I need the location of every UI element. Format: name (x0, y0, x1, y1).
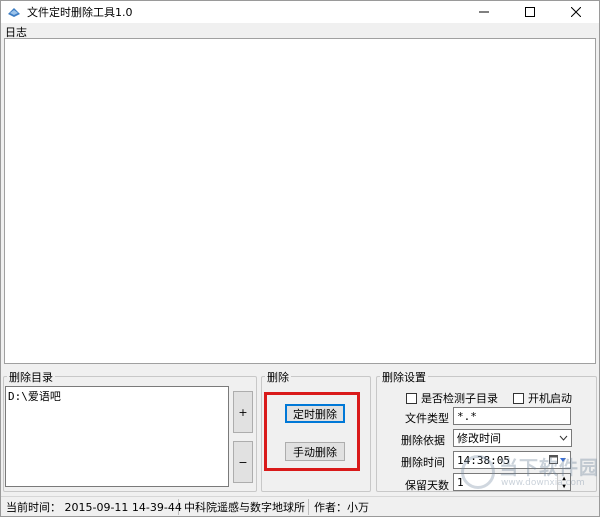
close-icon (571, 7, 581, 17)
window-controls (461, 1, 599, 23)
check-subdirs-label: 是否检测子目录 (421, 392, 498, 405)
window-title: 文件定时删除工具1.0 (27, 6, 133, 19)
log-textarea[interactable] (4, 38, 596, 364)
autostart-row[interactable]: 开机启动 (513, 390, 572, 406)
close-button[interactable] (553, 1, 599, 23)
time-label: 删除时间 (401, 456, 445, 469)
remove-dir-button[interactable]: − (233, 441, 253, 483)
basis-value: 修改时间 (457, 432, 501, 445)
basis-label: 删除依据 (401, 434, 445, 447)
highlight-box (264, 392, 360, 471)
autostart-checkbox[interactable] (513, 392, 524, 404)
watermark: 当下软件园 www.downxia.com (461, 451, 599, 499)
check-subdirs-row[interactable]: 是否检测子目录 (406, 390, 498, 406)
basis-select[interactable]: 修改时间 (453, 429, 572, 447)
maximize-button[interactable] (507, 1, 553, 23)
status-org: 中科院遥感与数字地球所 (179, 498, 309, 515)
file-type-label: 文件类型 (405, 412, 449, 425)
status-author: 作者：小万 (314, 500, 369, 514)
file-type-input[interactable]: *.* (453, 407, 571, 425)
settings-title: 删除设置 (380, 369, 428, 385)
delete-group-title: 删除 (265, 369, 291, 385)
maximize-icon (525, 7, 535, 17)
minimize-icon (479, 11, 489, 13)
title-bar[interactable]: 文件定时删除工具1.0 (1, 1, 599, 23)
keep-days-label: 保留天数 (405, 479, 449, 492)
app-icon (8, 8, 20, 17)
list-item[interactable]: D:\爱语吧 (8, 388, 226, 404)
delete-dir-title: 删除目录 (7, 369, 55, 385)
watermark-text: 当下软件园 (499, 457, 600, 479)
watermark-url: www.downxia.com (501, 478, 585, 488)
status-current-time: 当前时间： 2015-09-11 14-39-44 (1, 498, 182, 515)
chevron-down-icon (559, 435, 568, 441)
watermark-logo-icon (461, 455, 495, 489)
main-window: 文件定时删除工具1.0 日志 删除目录 D:\爱语吧 + − 删除 定时删除 手… (0, 0, 600, 517)
check-subdirs-checkbox[interactable] (406, 392, 417, 404)
minimize-button[interactable] (461, 1, 507, 23)
delete-dir-list[interactable]: D:\爱语吧 (5, 386, 229, 487)
status-bar: 当前时间： 2015-09-11 14-39-44 中科院遥感与数字地球所 作者… (1, 496, 599, 516)
add-dir-button[interactable]: + (233, 391, 253, 433)
autostart-label: 开机启动 (528, 392, 572, 405)
